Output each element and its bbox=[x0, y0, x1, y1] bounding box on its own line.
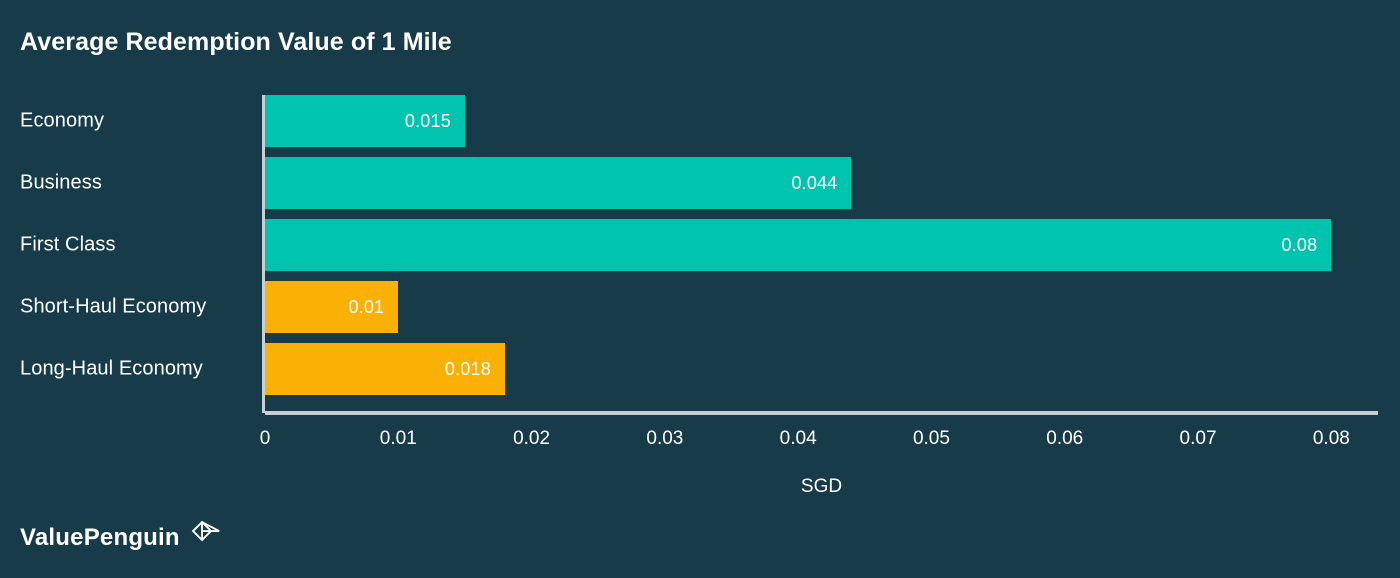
x-tick-label: 0.02 bbox=[513, 428, 551, 449]
bar[interactable]: 0.044 bbox=[265, 157, 852, 209]
bar-row: Economy 0.015 bbox=[0, 95, 1400, 147]
chart-container: Average Redemption Value of 1 Mile Econo… bbox=[0, 0, 1400, 578]
bar-row: Business 0.044 bbox=[0, 157, 1400, 209]
x-tick-label: 0.05 bbox=[912, 428, 950, 449]
x-tick-label: 0.08 bbox=[1312, 428, 1350, 449]
chart-title: Average Redemption Value of 1 Mile bbox=[20, 28, 452, 56]
bar[interactable]: 0.08 bbox=[265, 219, 1332, 271]
x-tick-label: 0.07 bbox=[1179, 428, 1217, 449]
bar-value-label: 0.01 bbox=[348, 296, 385, 317]
bar[interactable]: 0.015 bbox=[265, 95, 465, 147]
x-tick-label: 0.04 bbox=[779, 428, 817, 449]
category-label-short-haul-economy: Short-Haul Economy bbox=[20, 295, 207, 318]
category-label-business: Business bbox=[20, 171, 102, 194]
bar-row: First Class 0.08 bbox=[0, 219, 1400, 271]
bar-row: Long-Haul Economy 0.018 bbox=[0, 343, 1400, 395]
brand-name: ValuePenguin bbox=[20, 524, 180, 551]
x-axis-ticks: 0 0.01 0.02 0.03 0.04 0.05 0.06 0.07 0.08 bbox=[0, 428, 1400, 460]
x-tick-label: 0 bbox=[259, 428, 271, 449]
category-label-economy: Economy bbox=[20, 109, 105, 132]
diamond-logo-icon bbox=[191, 520, 220, 542]
bar-value-label: 0.015 bbox=[404, 110, 451, 131]
x-tick-label: 0.01 bbox=[379, 428, 417, 449]
plot-area: Economy 0.015 Business 0.044 First Class 0.08… bbox=[0, 86, 1400, 413]
bar-value-label: 0.018 bbox=[444, 358, 491, 379]
bar[interactable]: 0.018 bbox=[265, 343, 505, 395]
bar-value-label: 0.08 bbox=[1281, 234, 1318, 255]
bar-series: Economy 0.015 Business 0.044 First Class 0.08… bbox=[0, 86, 1400, 411]
x-tick-label: 0.06 bbox=[1046, 428, 1084, 449]
x-tick-label: 0.03 bbox=[646, 428, 684, 449]
category-label-first-class: First Class bbox=[20, 233, 116, 256]
bar-value-label: 0.044 bbox=[791, 172, 838, 193]
brand-logo: ValuePenguin bbox=[20, 520, 225, 554]
category-label-long-haul-economy: Long-Haul Economy bbox=[20, 357, 203, 380]
bar-row: Short-Haul Economy 0.01 bbox=[0, 281, 1400, 333]
x-axis-label: SGD bbox=[800, 476, 843, 497]
x-axis-line bbox=[265, 411, 1378, 415]
bar[interactable]: 0.01 bbox=[265, 281, 399, 333]
